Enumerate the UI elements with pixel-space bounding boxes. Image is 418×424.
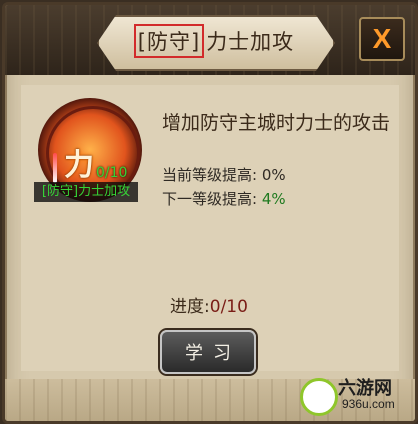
progress-label: 进度: — [170, 297, 210, 317]
close-button[interactable]: X — [359, 17, 405, 61]
next-level-value: 4% — [261, 190, 286, 208]
progress-text: 进度:0/10 — [0, 292, 418, 317]
title-text: 力士加攻 — [206, 30, 295, 54]
learn-button[interactable]: 学习 — [160, 330, 256, 374]
site-watermark: 六游网 936u.com — [300, 372, 410, 416]
skill-name-label: [防守]力士加攻 — [34, 182, 138, 202]
watermark-url: 936u.com — [342, 397, 395, 411]
title-tag: [防守] — [133, 24, 205, 58]
current-level-value: 0% — [261, 166, 286, 184]
current-level-label: 当前等级提高: — [162, 166, 262, 184]
sword-icon — [53, 153, 57, 183]
dialog-title: [防守] 力士加攻 — [97, 15, 331, 67]
skill-icon-char: 力 — [64, 148, 94, 183]
next-level-stat: 下一等级提高: 4% — [162, 188, 286, 209]
skill-level-progress: 0/10 — [96, 165, 128, 181]
next-level-label: 下一等级提高: — [162, 190, 262, 208]
current-level-stat: 当前等级提高: 0% — [162, 164, 286, 185]
skill-description: 增加防守主城时力士的攻击 — [162, 112, 391, 134]
close-icon: X — [372, 23, 392, 54]
watermark-logo-icon — [300, 378, 338, 416]
progress-value: 0/10 — [209, 297, 248, 317]
